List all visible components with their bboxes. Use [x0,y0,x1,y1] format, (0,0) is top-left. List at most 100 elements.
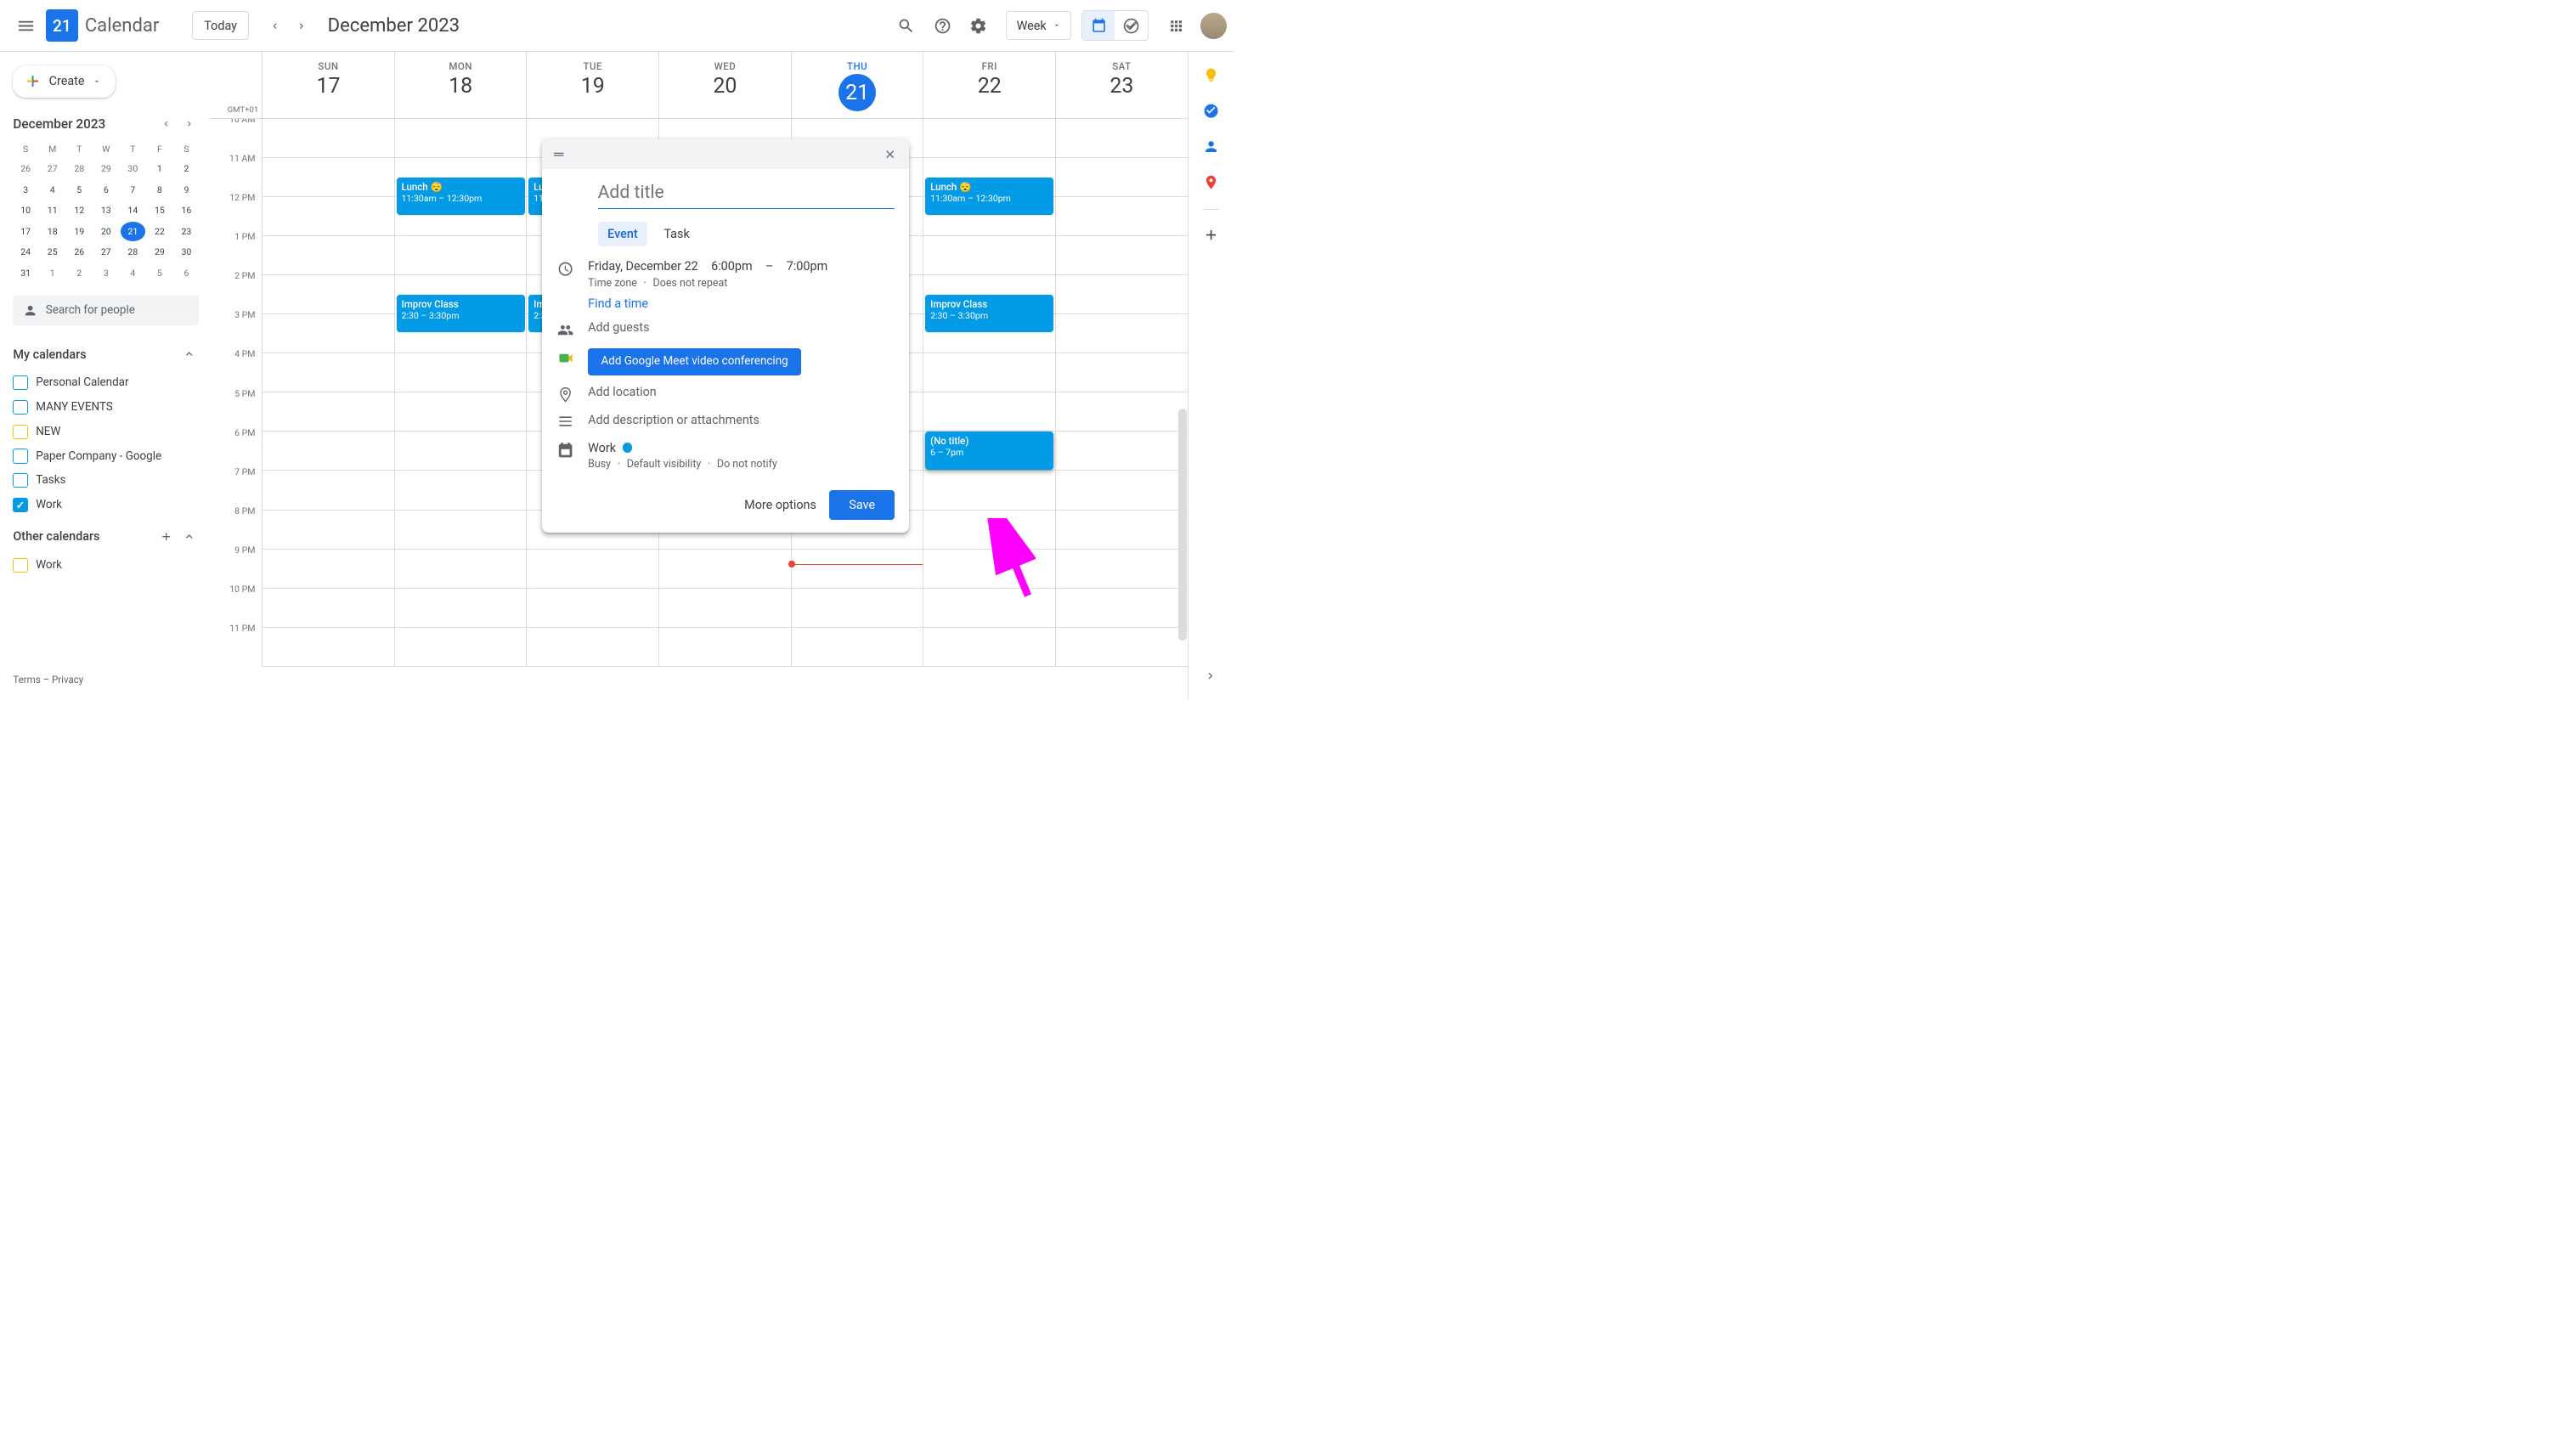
mini-day-cell[interactable]: 3 [13,180,38,200]
mini-day-cell[interactable]: 31 [13,263,38,283]
search-people-input[interactable]: Search for people [13,296,199,325]
mini-day-cell[interactable]: 9 [174,180,200,200]
mini-next-button[interactable] [179,114,199,133]
mini-day-cell[interactable]: 12 [66,201,92,221]
mini-day-cell[interactable]: 1 [40,263,65,283]
my-calendars-toggle[interactable] [179,345,199,364]
day-header[interactable]: FRI22 [923,52,1055,117]
tasks-button[interactable] [1201,101,1221,121]
mini-day-cell[interactable]: 6 [93,180,119,200]
calendar-item[interactable]: MANY EVENTS [13,395,208,420]
footer-links[interactable]: Terms – Privacy [13,674,208,686]
calendar-checkbox[interactable] [13,425,27,439]
calendar-view-toggle[interactable] [1082,11,1115,41]
calendar-item[interactable]: Paper Company - Google [13,444,208,469]
other-calendars-toggle[interactable] [179,527,199,546]
repeat-button[interactable]: Does not repeat [653,277,728,290]
calendar-event[interactable]: Lunch 😴11:30am – 12:30pm [397,178,525,215]
mini-day-cell[interactable]: 19 [66,222,92,241]
calendar-checkbox[interactable] [13,473,27,488]
timezone-button[interactable]: Time zone [588,277,637,290]
mini-day-cell[interactable]: 4 [40,180,65,200]
mini-day-cell[interactable]: 29 [147,243,172,262]
calendar-item[interactable]: Work [13,553,208,578]
mini-day-cell[interactable]: 16 [174,201,200,221]
mini-day-cell[interactable]: 2 [174,160,200,179]
scrollbar-thumb[interactable] [1178,409,1187,641]
view-selector[interactable]: Week [1006,11,1071,40]
day-header[interactable]: SAT23 [1055,52,1188,117]
calendar-event[interactable]: Improv Class2:30 – 3:30pm [925,295,1053,332]
more-options-button[interactable]: More options [744,498,816,512]
mini-day-cell[interactable]: 24 [13,243,38,262]
close-button[interactable] [880,144,900,164]
task-tab[interactable]: Task [654,222,699,246]
mini-day-cell[interactable]: 22 [147,222,172,241]
calendar-checkbox[interactable] [13,449,27,463]
account-avatar[interactable] [1200,13,1227,39]
add-guests-input[interactable]: Add guests [588,320,895,335]
event-tab[interactable]: Event [598,222,648,246]
tasks-view-toggle[interactable] [1115,11,1147,41]
day-column[interactable] [262,119,394,667]
mini-day-cell[interactable]: 8 [147,180,172,200]
mini-day-cell[interactable]: 13 [93,201,119,221]
mini-day-cell[interactable]: 28 [66,160,92,179]
support-button[interactable] [926,9,958,42]
calendar-event[interactable]: Improv Class2:30 – 3:30pm [397,295,525,332]
find-time-button[interactable]: Find a time [588,296,895,311]
calendar-name[interactable]: Work [588,441,616,455]
calendar-event[interactable]: Lunch 😴11:30am – 12:30pm [925,178,1053,215]
contacts-button[interactable] [1201,137,1221,156]
calendar-checkbox[interactable] [13,498,27,512]
mini-day-cell[interactable]: 6 [174,263,200,283]
calendar-item[interactable]: Tasks [13,468,208,493]
busy-status[interactable]: Busy [588,458,611,471]
mini-day-cell[interactable]: 11 [40,201,65,221]
day-header[interactable]: MON18 [394,52,527,117]
day-header[interactable]: TUE19 [526,52,658,117]
mini-day-cell[interactable]: 10 [13,201,38,221]
add-description-input[interactable]: Add description or attachments [588,413,895,427]
event-date[interactable]: Friday, December 22 [588,259,698,274]
mini-day-cell[interactable]: 4 [121,263,146,283]
add-meet-button[interactable]: Add Google Meet video conferencing [588,348,801,375]
main-menu-button[interactable] [7,6,46,45]
mini-day-cell[interactable]: 1 [147,160,172,179]
calendar-checkbox[interactable] [13,375,27,390]
day-header[interactable]: WED20 [658,52,791,117]
calendar-event[interactable]: (No title)6 – 7pm [925,432,1053,469]
mini-day-cell[interactable]: 3 [93,263,119,283]
mini-day-cell[interactable]: 2 [66,263,92,283]
day-header[interactable]: THU21 [791,52,923,117]
event-title-input[interactable] [598,178,895,209]
add-other-calendar-button[interactable] [156,527,176,546]
add-addon-button[interactable] [1201,225,1221,245]
event-end-time[interactable]: 7:00pm [787,259,827,274]
day-column[interactable]: Lunch 😴11:30am – 12:30pm Improv Class2:30… [394,119,527,667]
mini-day-cell[interactable]: 21 [121,222,146,241]
visibility-status[interactable]: Default visibility [627,458,702,471]
event-start-time[interactable]: 6:00pm [711,259,752,274]
save-button[interactable]: Save [829,490,895,519]
mini-prev-button[interactable] [156,114,176,133]
other-calendars-header[interactable]: Other calendars [13,529,99,544]
mini-day-cell[interactable]: 26 [13,160,38,179]
apps-button[interactable] [1160,9,1192,42]
prev-week-button[interactable] [263,13,289,39]
today-button[interactable]: Today [192,11,250,40]
mini-day-cell[interactable]: 25 [40,243,65,262]
mini-day-cell[interactable]: 27 [93,243,119,262]
mini-day-cell[interactable]: 29 [93,160,119,179]
mini-day-cell[interactable]: 5 [147,263,172,283]
mini-day-cell[interactable]: 5 [66,180,92,200]
mini-day-cell[interactable]: 23 [174,222,200,241]
mini-day-cell[interactable]: 30 [121,160,146,179]
drag-handle-icon[interactable] [552,148,568,161]
keep-button[interactable] [1201,65,1221,85]
calendar-item[interactable]: Personal Calendar [13,370,208,395]
mini-day-cell[interactable]: 30 [174,243,200,262]
next-week-button[interactable] [289,13,315,39]
calendar-item[interactable]: Work [13,493,208,517]
calendar-checkbox[interactable] [13,400,27,415]
